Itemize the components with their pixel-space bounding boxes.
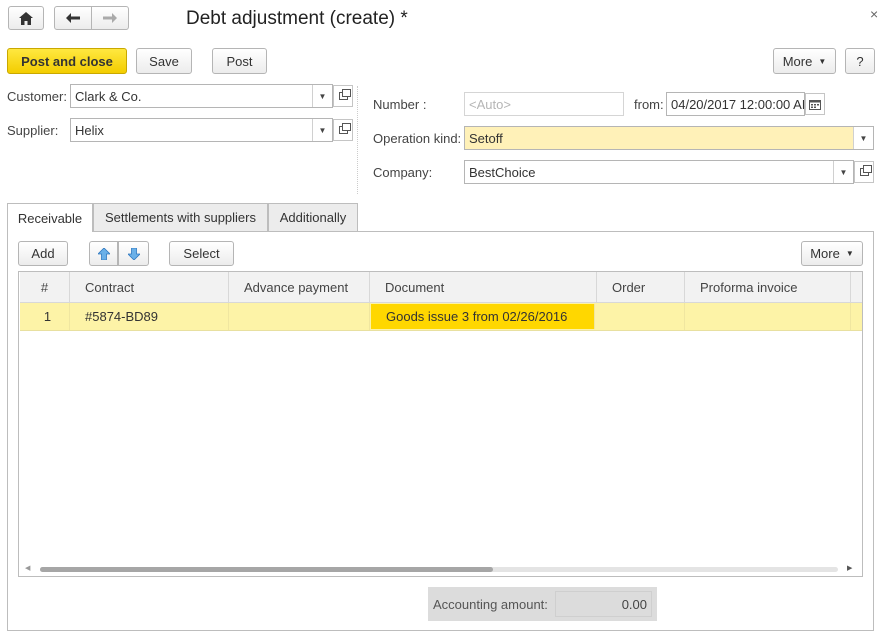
column-header-document[interactable]: Document <box>370 272 597 302</box>
customer-field[interactable]: Clark & Co. ▼ <box>70 84 333 108</box>
column-header-proforma-invoice[interactable]: Proforma invoice <box>685 272 851 302</box>
post-button[interactable]: Post <box>212 48 267 74</box>
customer-label: Customer: <box>7 89 67 104</box>
save-button[interactable]: Save <box>136 48 192 74</box>
chevron-down-icon: ▼ <box>845 249 854 258</box>
horizontal-scrollbar-thumb[interactable] <box>40 567 493 572</box>
date-field[interactable]: 04/20/2017 12:00:00 AM <box>666 92 805 116</box>
cell-advance-payment[interactable] <box>229 303 370 330</box>
open-window-icon <box>338 123 351 134</box>
table-row[interactable]: 1 #5874-BD89 Goods issue 3 from 02/26/20… <box>20 303 862 331</box>
chevron-down-icon[interactable]: ▼ <box>312 119 332 141</box>
select-button[interactable]: Select <box>169 241 234 266</box>
forward-button[interactable] <box>91 6 129 30</box>
home-icon <box>19 11 33 25</box>
column-header-number[interactable]: # <box>20 272 70 302</box>
operation-kind-field[interactable]: Setoff ▼ <box>464 126 874 150</box>
more-label: More <box>782 53 813 69</box>
date-value: 04/20/2017 12:00:00 AM <box>671 96 804 112</box>
cell-contract[interactable]: #5874-BD89 <box>70 303 229 330</box>
scroll-left-icon[interactable]: ◀ <box>25 564 30 572</box>
operation-kind-value: Setoff <box>469 130 503 146</box>
from-label: from: <box>634 97 664 112</box>
tab-settlements-with-suppliers[interactable]: Settlements with suppliers <box>93 203 268 231</box>
supplier-value: Helix <box>75 122 104 138</box>
cell-order[interactable] <box>597 303 685 330</box>
number-placeholder: <Auto> <box>469 96 511 112</box>
open-window-icon <box>338 89 351 100</box>
company-field[interactable]: BestChoice ▼ <box>464 160 854 184</box>
chevron-down-icon[interactable]: ▼ <box>312 85 332 107</box>
chevron-down-icon[interactable]: ▼ <box>833 161 853 183</box>
chevron-down-icon[interactable]: ▼ <box>853 127 873 149</box>
accounting-amount-number: 0.00 <box>621 596 647 612</box>
window-title: Debt adjustment (create) * <box>186 8 408 29</box>
supplier-open-button[interactable] <box>333 119 353 141</box>
more-button[interactable]: More ▼ <box>773 48 836 74</box>
table-more-button[interactable]: More ▼ <box>801 241 863 266</box>
table-header: # Contract Advance payment Document Orde… <box>20 272 862 303</box>
calendar-icon <box>809 99 821 110</box>
tab-additionally[interactable]: Additionally <box>268 203 358 231</box>
chevron-down-icon: ▼ <box>818 56 827 66</box>
customer-open-button[interactable] <box>333 85 353 107</box>
cell-document[interactable]: Goods issue 3 from 02/26/2016 <box>371 304 595 329</box>
back-button[interactable] <box>54 6 92 30</box>
post-and-close-button[interactable]: Post and close <box>7 48 127 74</box>
cell-proforma-invoice[interactable] <box>685 303 851 330</box>
help-button[interactable]: ? <box>845 48 875 74</box>
cell-number[interactable]: 1 <box>20 303 70 330</box>
home-button[interactable] <box>8 6 44 30</box>
column-header-contract[interactable]: Contract <box>70 272 229 302</box>
operation-kind-label: Operation kind: <box>373 131 462 146</box>
accounting-amount-label: Accounting amount: <box>433 597 548 612</box>
column-header-advance-payment[interactable]: Advance payment <box>229 272 370 302</box>
supplier-label: Supplier: <box>7 123 59 138</box>
company-label: Company: <box>373 165 433 180</box>
company-open-button[interactable] <box>854 161 874 183</box>
arrow-left-icon <box>66 13 80 23</box>
arrow-down-icon <box>127 247 140 260</box>
number-field[interactable]: <Auto> <box>464 92 624 116</box>
open-window-icon <box>859 165 872 176</box>
column-header-order[interactable]: Order <box>597 272 685 302</box>
add-button[interactable]: Add <box>18 241 68 266</box>
accounting-amount-value: 0.00 <box>555 591 652 617</box>
calendar-button[interactable] <box>805 93 825 115</box>
arrow-right-icon <box>103 13 117 23</box>
move-up-button[interactable] <box>89 241 118 266</box>
column-divider <box>357 86 358 194</box>
close-icon[interactable]: × <box>870 6 878 22</box>
tab-receivable[interactable]: Receivable <box>7 203 93 232</box>
arrow-up-icon <box>97 247 110 260</box>
table-more-label: More <box>810 246 840 261</box>
customer-value: Clark & Co. <box>75 88 142 104</box>
number-label: Number : <box>373 97 427 112</box>
move-down-button[interactable] <box>118 241 149 266</box>
company-value: BestChoice <box>469 164 536 180</box>
scroll-right-icon[interactable]: ▶ <box>847 564 852 572</box>
supplier-field[interactable]: Helix ▼ <box>70 118 333 142</box>
